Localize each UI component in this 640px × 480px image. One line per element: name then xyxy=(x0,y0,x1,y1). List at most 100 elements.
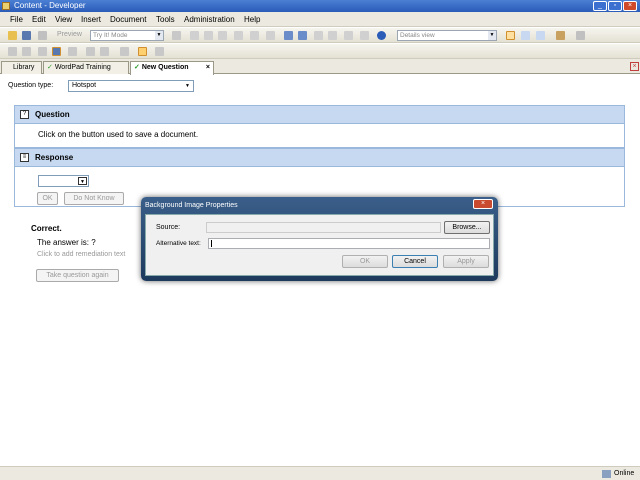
close-document-icon[interactable]: × xyxy=(630,62,639,71)
question-header-label: Question xyxy=(35,110,70,119)
menu-document[interactable]: Document xyxy=(110,15,146,24)
find-icon[interactable] xyxy=(250,31,259,40)
remediation-text[interactable]: Click to add remediation text xyxy=(37,251,125,258)
tab-new-question[interactable]: ✓ New Question × xyxy=(130,61,214,75)
do-not-know-button[interactable]: Do Not Know xyxy=(64,192,124,205)
menu-insert[interactable]: Insert xyxy=(81,15,101,24)
redo-icon[interactable] xyxy=(298,31,307,40)
tab-wordpad-training[interactable]: ✓ WordPad Training xyxy=(43,61,129,74)
source-label: Source: xyxy=(156,224,181,231)
question-type-select[interactable]: Hotspot ▼ xyxy=(68,80,194,92)
chevron-down-icon: ▼ xyxy=(185,83,190,89)
split-view-icon[interactable] xyxy=(536,31,545,40)
tab-new-question-label: New Question xyxy=(141,64,189,71)
close-dialog-button[interactable]: × xyxy=(473,199,493,209)
question-section-body: Click on the button used to save a docum… xyxy=(14,124,625,148)
check-icon: ✓ xyxy=(134,64,140,71)
menu-bar: File Edit View Insert Document Tools Adm… xyxy=(0,12,640,27)
question-section-header: ? Question xyxy=(14,105,625,124)
record-icon[interactable] xyxy=(38,47,47,56)
document-tabs: Library ✓ WordPad Training ✓ New Questio… xyxy=(0,59,640,75)
response-icon: ≡ xyxy=(20,153,29,162)
menu-view[interactable]: View xyxy=(55,15,72,24)
mode-value: Try It! Mode xyxy=(93,32,128,39)
source-field xyxy=(206,222,441,233)
response-select[interactable]: ▼ xyxy=(38,175,89,187)
question-type-value: Hotspot xyxy=(72,82,97,89)
ok-button[interactable]: OK xyxy=(37,192,58,205)
question-text[interactable]: Click on the button used to save a docum… xyxy=(38,130,198,139)
edit-frame-icon[interactable] xyxy=(68,47,77,56)
text-cursor xyxy=(211,240,212,247)
arrow-down-icon[interactable] xyxy=(100,47,109,56)
view-value: Details view xyxy=(400,32,435,39)
link-icon[interactable] xyxy=(266,31,275,40)
image-icon[interactable] xyxy=(52,47,61,56)
tab-wordpad-training-label: WordPad Training xyxy=(54,64,111,71)
refresh-icon[interactable] xyxy=(576,31,585,40)
browse-button[interactable]: Browse... xyxy=(444,221,490,234)
status-bar: Online xyxy=(0,466,640,480)
app-icon xyxy=(2,2,10,10)
print-icon[interactable] xyxy=(38,31,47,40)
dialog-title: Background Image Properties xyxy=(145,202,238,209)
pencil-icon[interactable] xyxy=(138,47,147,56)
chevron-down-icon: ▼ xyxy=(488,31,496,40)
arrow-up-icon[interactable] xyxy=(86,47,95,56)
view-select[interactable]: Details view ▼ xyxy=(397,30,497,41)
paste-icon[interactable] xyxy=(218,31,227,40)
title-bar: Content - Developer _ ▫ × xyxy=(0,0,640,12)
close-window-button[interactable]: × xyxy=(623,1,637,11)
list-view-icon[interactable] xyxy=(521,31,530,40)
zoom-icon[interactable] xyxy=(155,47,164,56)
feedback-heading: Correct. xyxy=(31,224,62,233)
insert-frame-icon[interactable] xyxy=(22,47,31,56)
close-tab-icon[interactable]: × xyxy=(206,62,210,74)
preview-button[interactable]: Preview xyxy=(57,31,82,38)
insert-frame-icon[interactable] xyxy=(8,47,17,56)
undo-icon[interactable] xyxy=(284,31,293,40)
copy-icon[interactable] xyxy=(204,31,213,40)
dialog-apply-button[interactable]: Apply xyxy=(443,255,489,268)
background-image-properties-dialog: Background Image Properties × Source: Br… xyxy=(141,197,498,281)
move-down-icon[interactable] xyxy=(328,31,337,40)
chevron-down-icon: ▼ xyxy=(155,31,163,40)
properties-icon[interactable] xyxy=(172,31,181,40)
save-icon[interactable] xyxy=(22,31,31,40)
dialog-cancel-button[interactable]: Cancel xyxy=(392,255,438,268)
tab-library[interactable]: Library xyxy=(1,61,42,74)
chevron-down-icon: ▼ xyxy=(78,177,87,185)
help-icon[interactable] xyxy=(377,31,386,40)
mode-select[interactable]: Try It! Mode ▼ xyxy=(90,30,164,41)
menu-administration[interactable]: Administration xyxy=(184,15,235,24)
dialog-body: Source: Browse... Alternative text: OK C… xyxy=(145,214,494,276)
answer-text: The answer is: ? xyxy=(37,238,96,247)
open-icon[interactable] xyxy=(8,31,17,40)
dialog-ok-button[interactable]: OK xyxy=(342,255,388,268)
question-type-label: Question type: xyxy=(8,82,54,89)
restore-button[interactable]: ▫ xyxy=(608,1,622,11)
menu-edit[interactable]: Edit xyxy=(32,15,46,24)
cut-icon[interactable] xyxy=(190,31,199,40)
network-icon xyxy=(602,470,611,478)
filter-icon[interactable] xyxy=(360,31,369,40)
menu-file[interactable]: File xyxy=(10,15,23,24)
check-icon: ✓ xyxy=(47,64,53,71)
status-text: Online xyxy=(614,470,635,477)
minimize-button[interactable]: _ xyxy=(593,1,607,11)
spell-check-icon[interactable] xyxy=(344,31,353,40)
move-up-icon[interactable] xyxy=(314,31,323,40)
menu-help[interactable]: Help xyxy=(244,15,260,24)
main-toolbar: Preview Try It! Mode ▼ Details view ▼ xyxy=(0,28,640,43)
response-section-header: ≡ Response xyxy=(14,148,625,167)
details-view-icon[interactable] xyxy=(506,31,515,40)
question-icon: ? xyxy=(20,110,29,119)
copy-frame-icon[interactable] xyxy=(120,47,129,56)
tab-library-label: Library xyxy=(13,64,35,71)
menu-tools[interactable]: Tools xyxy=(156,15,175,24)
publish-icon[interactable] xyxy=(556,31,565,40)
delete-icon[interactable] xyxy=(234,31,243,40)
alternative-text-input[interactable] xyxy=(208,238,490,249)
take-question-again-button[interactable]: Take question again xyxy=(36,269,119,282)
alternative-text-label: Alternative text: xyxy=(156,240,201,247)
